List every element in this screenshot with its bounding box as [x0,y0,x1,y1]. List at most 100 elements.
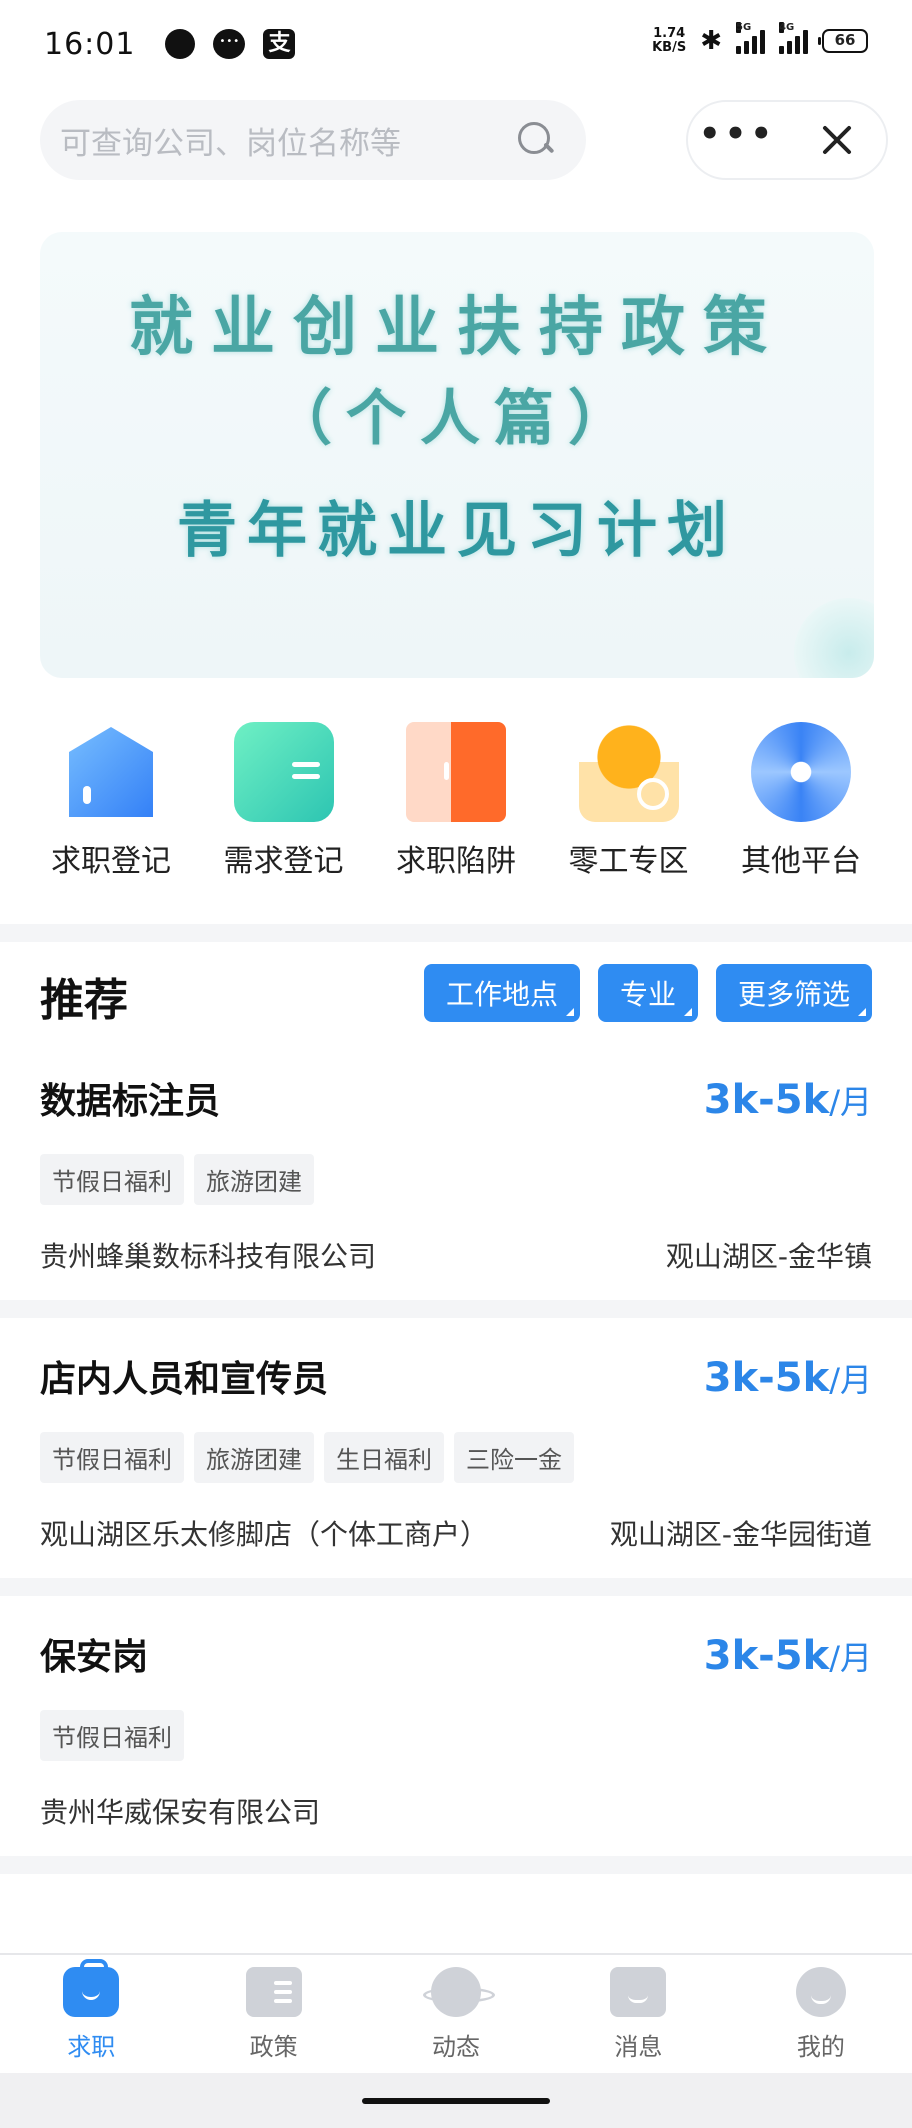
search-bar[interactable]: 可查询公司、岗位名称等 [40,100,586,180]
entry-job-registration[interactable]: 求职登记 [30,722,192,880]
battery-icon: 66 [818,29,868,53]
entry-label: 求职登记 [51,844,171,879]
salary-unit: /月 [829,1361,872,1399]
recommend-title: 推荐 [40,975,128,1026]
entry-other-platforms[interactable]: 其他平台 [720,722,882,880]
job-tag: 节假日福利 [40,1154,184,1205]
app-notification-icon [165,29,196,59]
salary-unit: /月 [829,1639,872,1677]
entry-label: 求职陷阱 [396,844,516,879]
job-tag: 节假日福利 [40,1432,184,1483]
job-tags: 节假日福利 旅游团建 生日福利 三险一金 [40,1432,872,1483]
miniprogram-capsule: ••• [686,100,888,180]
house-icon [69,727,153,817]
company-name: 贵州华威保安有限公司 [40,1796,321,1829]
status-bar: 16:01 支 1.74 KB/S ✱ 5G 4G 66 [0,0,912,88]
job-title: 保安岗 [40,1637,149,1678]
chat-notification-icon [213,29,246,59]
tab-label: 消息 [614,2033,663,2061]
more-icon: ••• [698,114,777,154]
profile-icon [795,1967,846,2017]
card-divider [0,1856,912,1874]
job-tag: 旅游团建 [194,1154,314,1205]
gear-icon [751,722,851,822]
entry-label: 需求登记 [223,844,344,879]
tab-label: 政策 [249,2033,298,2061]
folder-icon [233,722,334,822]
job-tag: 生日福利 [324,1432,444,1483]
job-salary: 3k-5k/月 [704,1355,872,1401]
more-button[interactable]: ••• [688,102,787,178]
search-input[interactable]: 可查询公司、岗位名称等 [60,118,518,163]
tab-profile[interactable]: 我的 [730,1955,912,2073]
policy-banner[interactable]: 就业创业扶持政策 （个人篇） 青年就业见习计划 [40,232,874,678]
job-card[interactable]: 店内人员和宣传员 3k-5k/月 节假日福利 旅游团建 生日福利 三险一金 观山… [0,1350,912,1553]
bottom-tab-bar: 求职 政策 动态 消息 我的 [0,1953,912,2073]
sun-icon [578,722,679,822]
filter-more-button[interactable]: 更多筛选 [715,964,872,1022]
book-icon [245,1967,302,2017]
close-button[interactable] [787,102,886,178]
filter-major-button[interactable]: 专业 [597,964,698,1022]
tab-news[interactable]: 动态 [365,1955,547,2073]
job-tag: 旅游团建 [194,1432,314,1483]
tab-label: 动态 [432,2033,481,2061]
banner-subtitle: （个人篇） [272,384,642,454]
filter-bar: 工作地点 专业 更多筛选 [423,964,872,1022]
network-speed-unit: KB/S [652,40,687,55]
bluetooth-icon: ✱ [700,26,722,56]
entry-label: 零工专区 [568,844,689,879]
job-tags: 节假日福利 [40,1710,872,1761]
signal-5g-label: 5G [736,22,752,33]
tab-messages[interactable]: 消息 [547,1955,729,2073]
job-title: 数据标注员 [40,1081,221,1122]
banner-title: 就业创业扶持政策 [129,290,785,365]
status-time: 16:01 [44,26,136,62]
salary-unit: /月 [829,1083,872,1121]
entry-job-traps[interactable]: 求职陷阱 [375,722,537,880]
home-indicator[interactable] [362,2098,550,2104]
banner-decoration [794,598,874,678]
pay-notification-icon: 支 [263,29,296,59]
entry-label: 其他平台 [741,844,861,879]
salary-range: 3k-5k [703,1633,830,1679]
network-speed-value: 1.74 [653,26,686,41]
tab-jobs[interactable]: 求职 [0,1955,182,2073]
planet-icon [423,1967,496,2017]
message-icon [610,1967,667,2017]
job-tags: 节假日福利 旅游团建 [40,1154,872,1205]
notification-icons: 支 [165,29,296,59]
signal-4g-label: 4G [779,22,795,33]
section-divider [0,924,912,942]
close-icon [820,123,854,157]
system-indicators: 1.74 KB/S ✱ 5G 4G 66 [652,22,868,56]
quick-entry-grid: 求职登记 需求登记 求职陷阱 零工专区 其他平台 [30,722,882,880]
signal-5g-icon: 5G [736,22,765,54]
tab-policy[interactable]: 政策 [182,1955,364,2073]
door-icon [406,722,506,822]
job-location: 观山湖区-金华镇 [665,1240,872,1273]
entry-gig-zone[interactable]: 零工专区 [548,722,710,880]
card-divider [0,1578,912,1596]
card-divider [0,1300,912,1318]
salary-range: 3k-5k [703,1077,830,1123]
job-card[interactable]: 保安岗 3k-5k/月 节假日福利 贵州华威保安有限公司 [0,1628,912,1831]
briefcase-icon [63,1959,120,2017]
job-salary: 3k-5k/月 [704,1077,872,1123]
job-title: 店内人员和宣传员 [40,1359,329,1400]
company-name: 贵州蜂巢数标科技有限公司 [40,1240,377,1273]
salary-range: 3k-5k [703,1355,830,1401]
job-card[interactable]: 数据标注员 3k-5k/月 节假日福利 旅游团建 贵州蜂巢数标科技有限公司 观山… [0,1072,912,1275]
job-tag: 三险一金 [454,1432,574,1483]
network-speed: 1.74 KB/S [652,27,686,55]
company-name: 观山湖区乐太修脚店（个体工商户） [40,1518,489,1551]
signal-4g-icon: 4G [779,22,808,54]
job-location: 观山湖区-金华园街道 [609,1518,872,1551]
banner-program: 青年就业见习计划 [177,496,737,566]
entry-demand-registration[interactable]: 需求登记 [203,722,365,880]
job-salary: 3k-5k/月 [704,1633,872,1679]
tab-label: 求职 [67,2033,116,2061]
filter-location-button[interactable]: 工作地点 [423,964,580,1022]
search-icon[interactable] [518,122,554,158]
tab-label: 我的 [796,2033,845,2061]
